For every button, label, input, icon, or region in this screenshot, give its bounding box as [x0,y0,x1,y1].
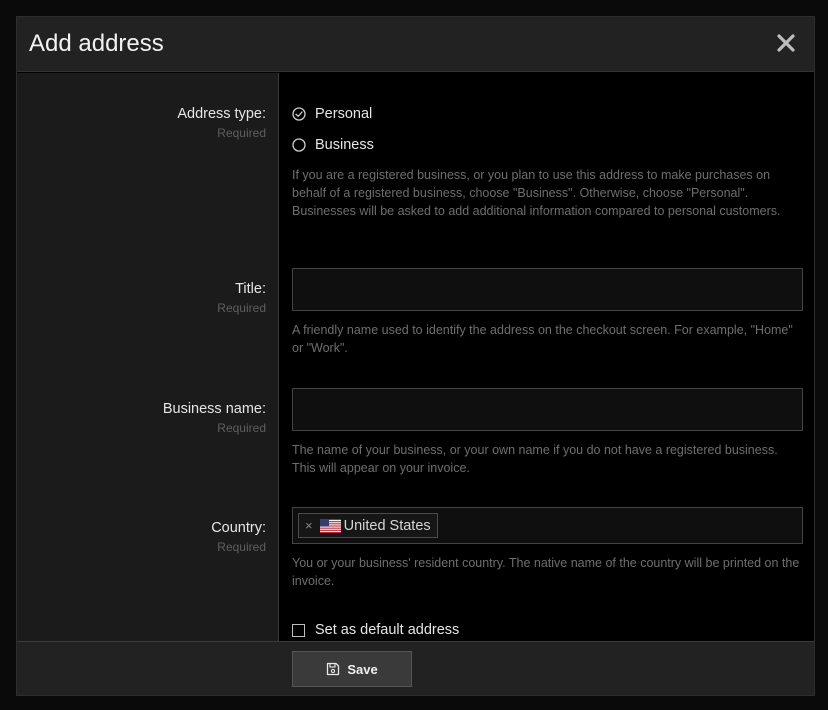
radio-checked-icon [292,107,306,121]
address-type-required: Required [217,126,266,140]
business-name-required: Required [217,421,266,435]
title-input[interactable] [292,268,803,311]
us-flag-icon [319,518,341,533]
country-help: You or your business' resident country. … [292,556,800,588]
title-help: A friendly name used to identify the add… [292,323,793,355]
label-column: Address type: Required Title: Required B… [17,73,279,641]
add-address-modal: Add address Address type: Required Title… [16,16,815,696]
country-select[interactable]: × United States [292,507,803,544]
default-address-checkbox-row[interactable]: Set as default address [292,620,459,640]
country-value: United States [343,517,431,534]
remove-country-button[interactable]: × [305,519,313,532]
radio-personal-label: Personal [315,106,373,122]
country-required: Required [217,540,266,554]
modal-title: Add address [29,30,164,57]
save-button[interactable]: Save [292,651,412,687]
save-button-label: Save [347,661,378,677]
address-type-label: Address type: [177,106,266,122]
title-label: Title: [235,281,266,297]
default-address-checkbox[interactable] [292,623,305,637]
default-address-label: Set as default address [315,622,460,638]
radio-personal[interactable]: Personal [292,104,372,124]
radio-business-label: Business [315,137,374,153]
title-required: Required [217,301,266,315]
close-icon [777,34,795,52]
modal-header: Add address [17,17,814,72]
business-name-label: Business name: [162,401,266,417]
modal-footer: Save [17,641,814,695]
radio-business[interactable]: Business [292,135,374,155]
radio-unchecked-icon [292,138,306,152]
address-type-help: If you are a registered business, or you… [292,168,781,218]
business-name-help: The name of your business, or your own n… [292,443,778,475]
country-tag: × United States [298,513,438,538]
close-button[interactable] [774,31,798,55]
country-label: Country: [211,520,266,536]
floppy-disk-icon [327,662,340,676]
business-name-input[interactable] [292,388,803,431]
